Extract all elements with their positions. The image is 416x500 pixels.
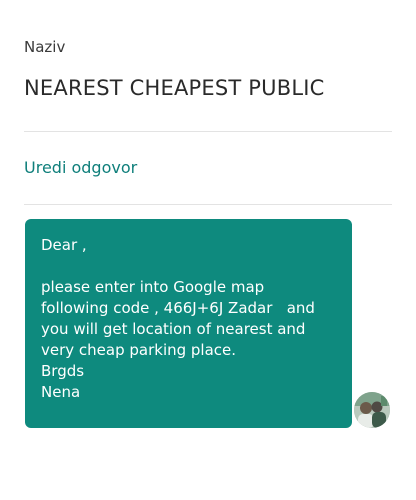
message-line: Nena bbox=[41, 383, 81, 401]
message-line: you will get location of nearest and bbox=[41, 320, 306, 338]
message-line: please enter into Google map bbox=[41, 278, 265, 296]
message-line bbox=[41, 256, 336, 277]
message-line: Brgds bbox=[41, 362, 85, 380]
message-line: very cheap parking place. bbox=[41, 341, 237, 359]
divider bbox=[24, 131, 392, 132]
avatar[interactable] bbox=[354, 392, 390, 428]
message-bubble: Dear , please enter into Google map foll… bbox=[25, 219, 352, 428]
field-label: Naziv bbox=[24, 38, 66, 56]
page-title: NEAREST CHEAPEST PUBLIC bbox=[24, 76, 325, 100]
edit-reply-link[interactable]: Uredi odgovor bbox=[24, 158, 137, 177]
message-line: Dear , bbox=[41, 236, 87, 254]
message-line: following code , 466J+6J Zadar and bbox=[41, 299, 315, 317]
avatar-photo-icon bbox=[354, 392, 390, 428]
divider bbox=[24, 204, 392, 205]
